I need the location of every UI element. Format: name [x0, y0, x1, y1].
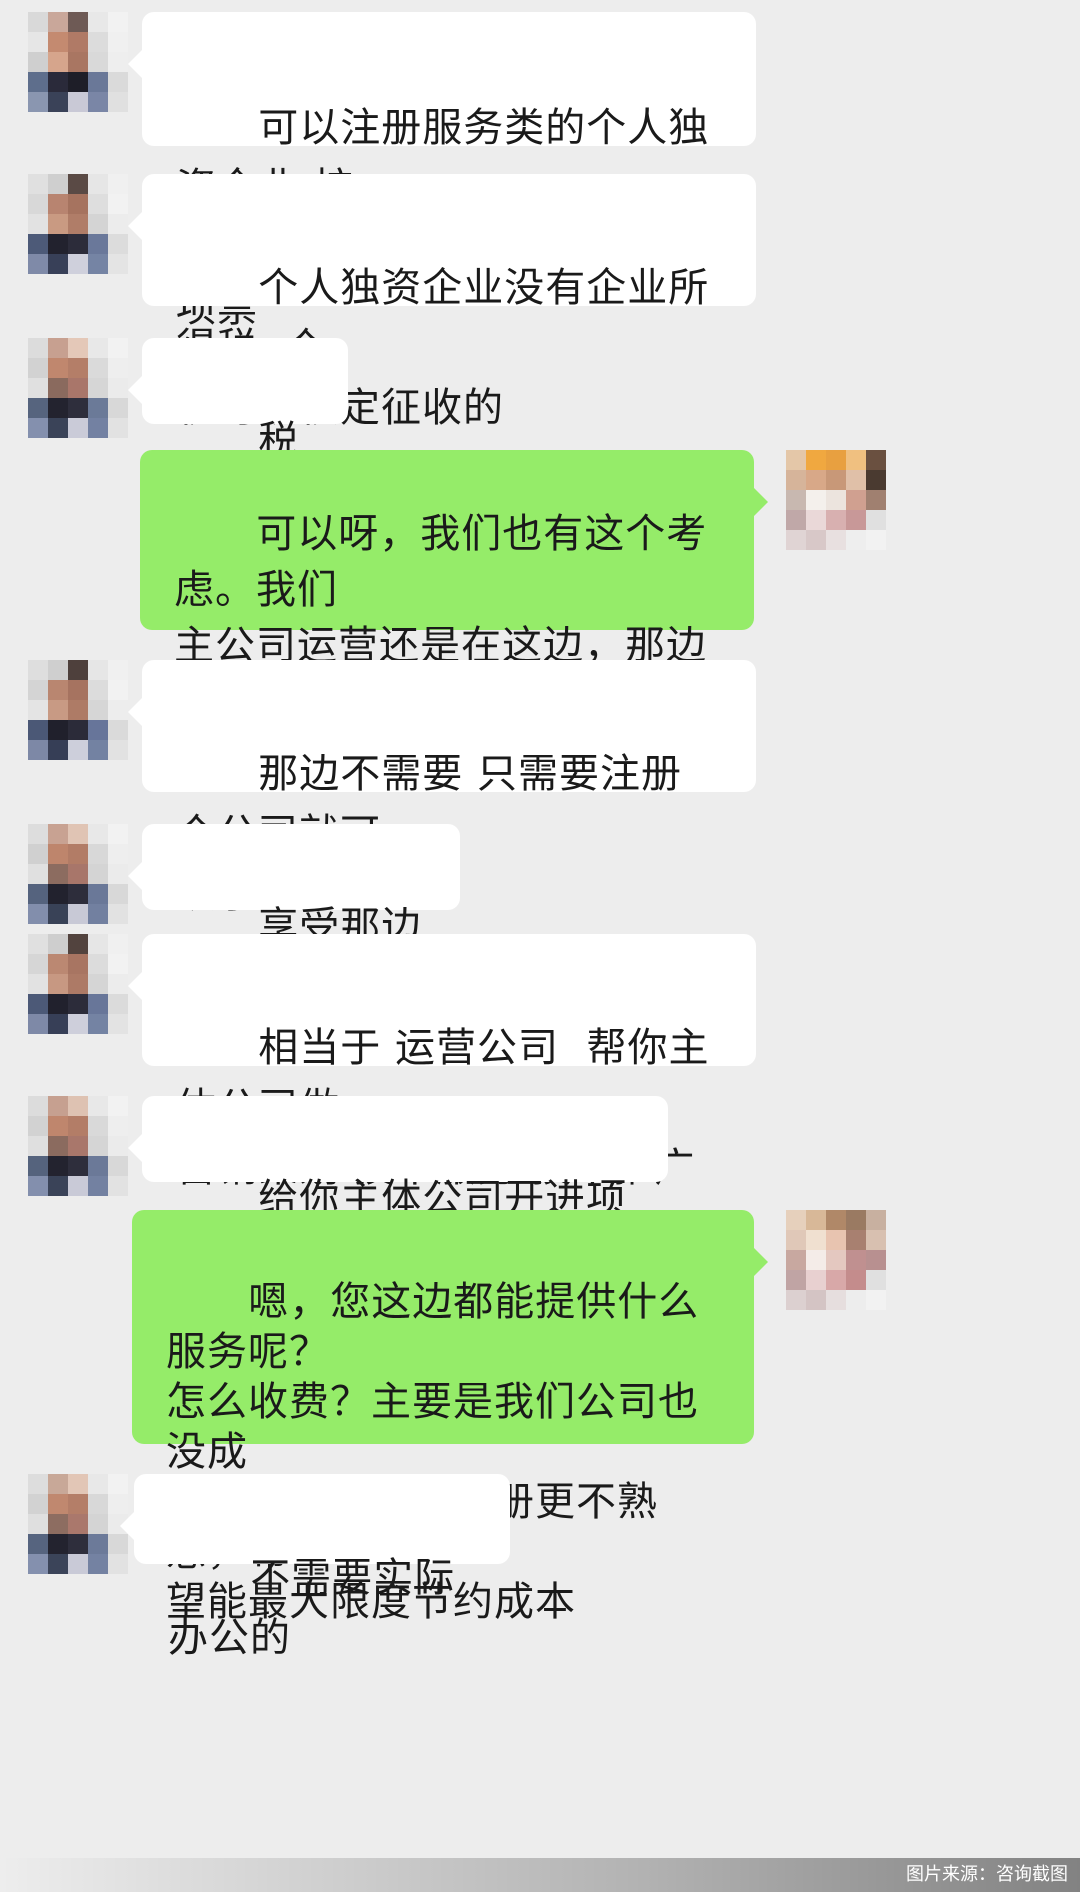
contact-avatar[interactable]: [28, 1096, 128, 1196]
message-bubble[interactable]: 可以注册服务类的个人独资企业 核 定征收的 然后给你主体开进项票: [128, 12, 756, 331]
message-bubble[interactable]: 相当于 运营公司 帮你主体公司做 营销策划 技术服务 技术推广: [128, 934, 756, 1191]
message-bubble[interactable]: 享受那边的政策: [128, 824, 460, 1010]
image-source-watermark: 图片来源：咨询截图: [0, 1858, 1080, 1892]
message-bubble[interactable]: 可以呀，我们也有这个考虑。我们 主公司运营还是在这边，那边应该 不会太派人过去: [140, 450, 768, 781]
self-avatar[interactable]: [786, 450, 886, 550]
contact-avatar[interactable]: [28, 338, 128, 438]
contact-avatar[interactable]: [28, 1474, 128, 1574]
contact-avatar[interactable]: [28, 824, 128, 924]
self-avatar[interactable]: [786, 1210, 886, 1310]
message-bubble[interactable]: 个人独资企业没有企业所得税 个 税可以核定征收的: [128, 174, 756, 431]
message-bubble[interactable]: 税负很低: [128, 338, 348, 524]
chat-message-list: 可以注册服务类的个人独资企业 核 定征收的 然后给你主体开进项票 个人独资企业没…: [0, 0, 1080, 1892]
message-bubble[interactable]: 不需要实际办公的: [120, 1474, 510, 1661]
message-bubble[interactable]: 那边不需要 只需要注册个公司就可 以了: [128, 660, 756, 917]
message-bubble[interactable]: 嗯，您这边都能提供什么服务呢？ 怎么收费？主要是我们公司也没成 立很久，异地的注…: [132, 1210, 768, 1625]
contact-avatar[interactable]: [28, 174, 128, 274]
contact-avatar[interactable]: [28, 660, 128, 760]
contact-avatar[interactable]: [28, 934, 128, 1034]
contact-avatar[interactable]: [28, 12, 128, 112]
watermark-text: 图片来源：咨询截图: [906, 1864, 1068, 1885]
message-bubble[interactable]: 给你主体公司开进项票 抵扣: [128, 1096, 668, 1282]
